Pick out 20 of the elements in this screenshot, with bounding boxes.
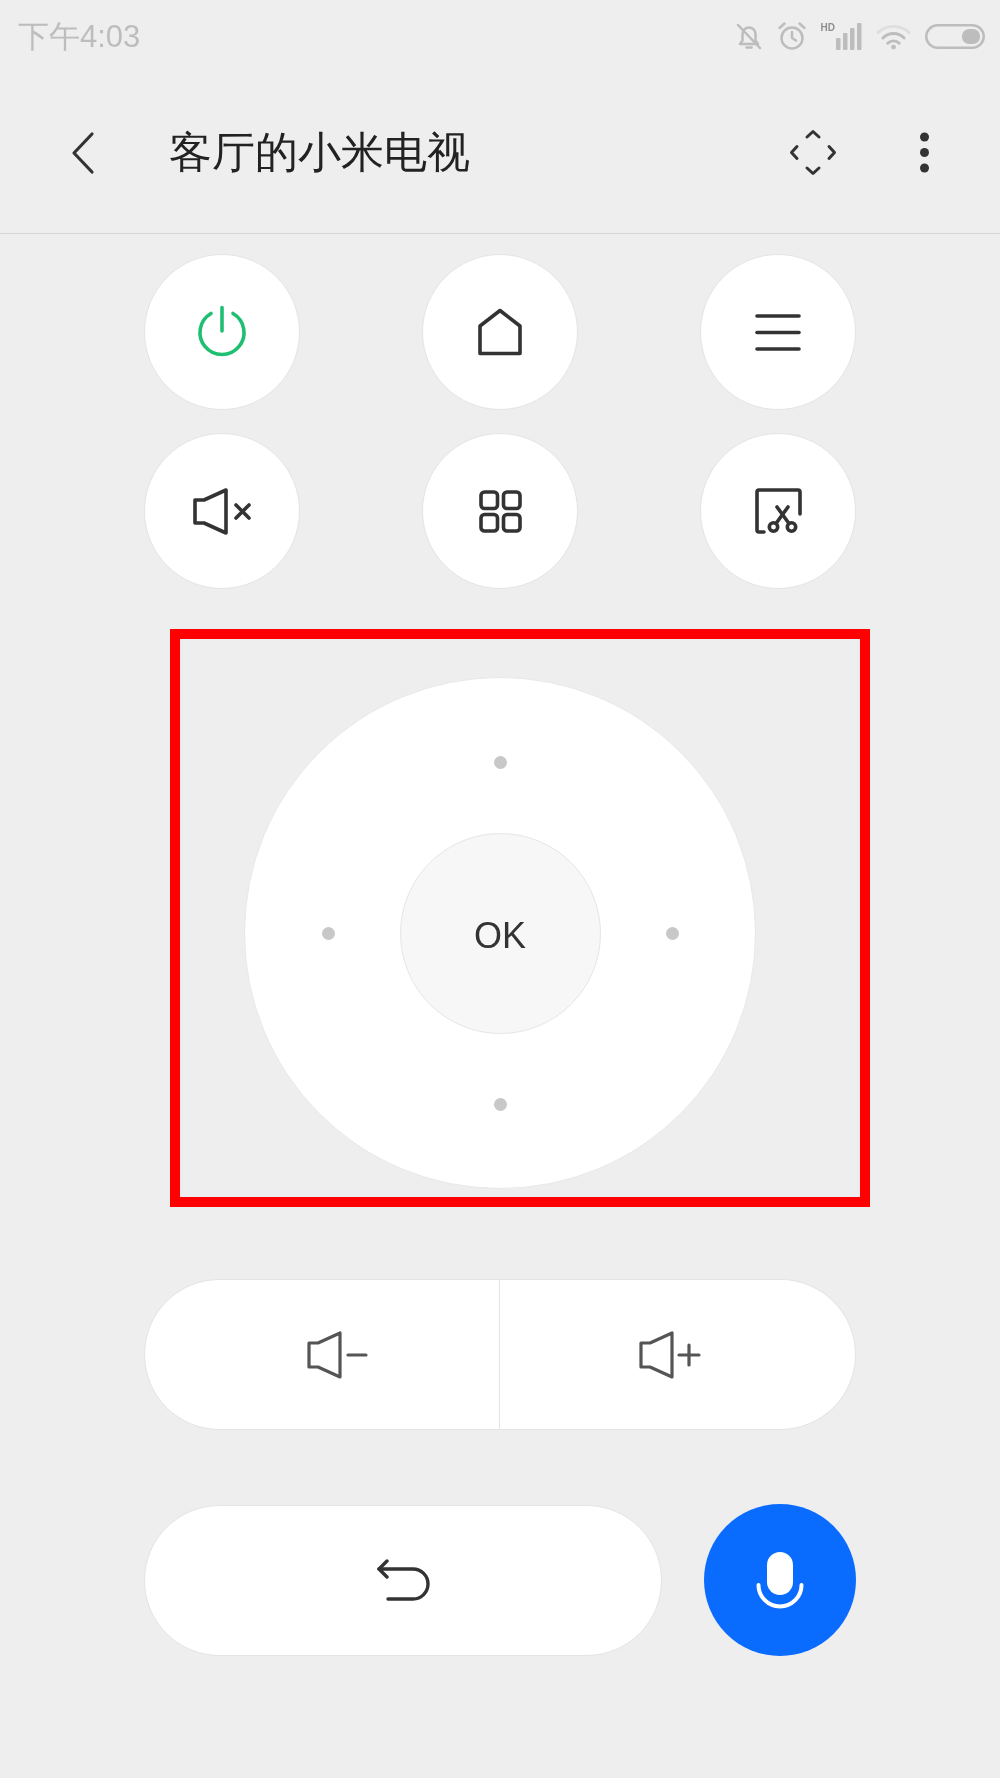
battery-icon: [925, 23, 985, 49]
muted-speaker-icon: [192, 487, 252, 535]
network-type-label: HD: [820, 22, 835, 33]
microphone-icon: [756, 1551, 805, 1609]
dpad-ring[interactable]: OK: [244, 677, 756, 1189]
return-arrow-icon: [376, 1559, 430, 1601]
alarm-clock-icon: [776, 21, 807, 51]
wifi-icon: [876, 22, 911, 50]
back-icon[interactable]: [70, 130, 96, 175]
home-icon: [477, 308, 523, 356]
signal-bars-icon: [836, 22, 862, 50]
device-title: 客厅的小米电视: [169, 131, 470, 174]
ok-button[interactable]: OK: [399, 832, 601, 1034]
menu-icon: [755, 312, 801, 352]
more-options-icon[interactable]: [918, 132, 931, 173]
muted-bell-icon: [734, 21, 763, 51]
screen-scissors-icon: [754, 488, 802, 534]
volume-down-icon: [306, 1330, 368, 1379]
app-grid-icon: [478, 489, 522, 533]
volume-up-icon: [638, 1330, 701, 1379]
